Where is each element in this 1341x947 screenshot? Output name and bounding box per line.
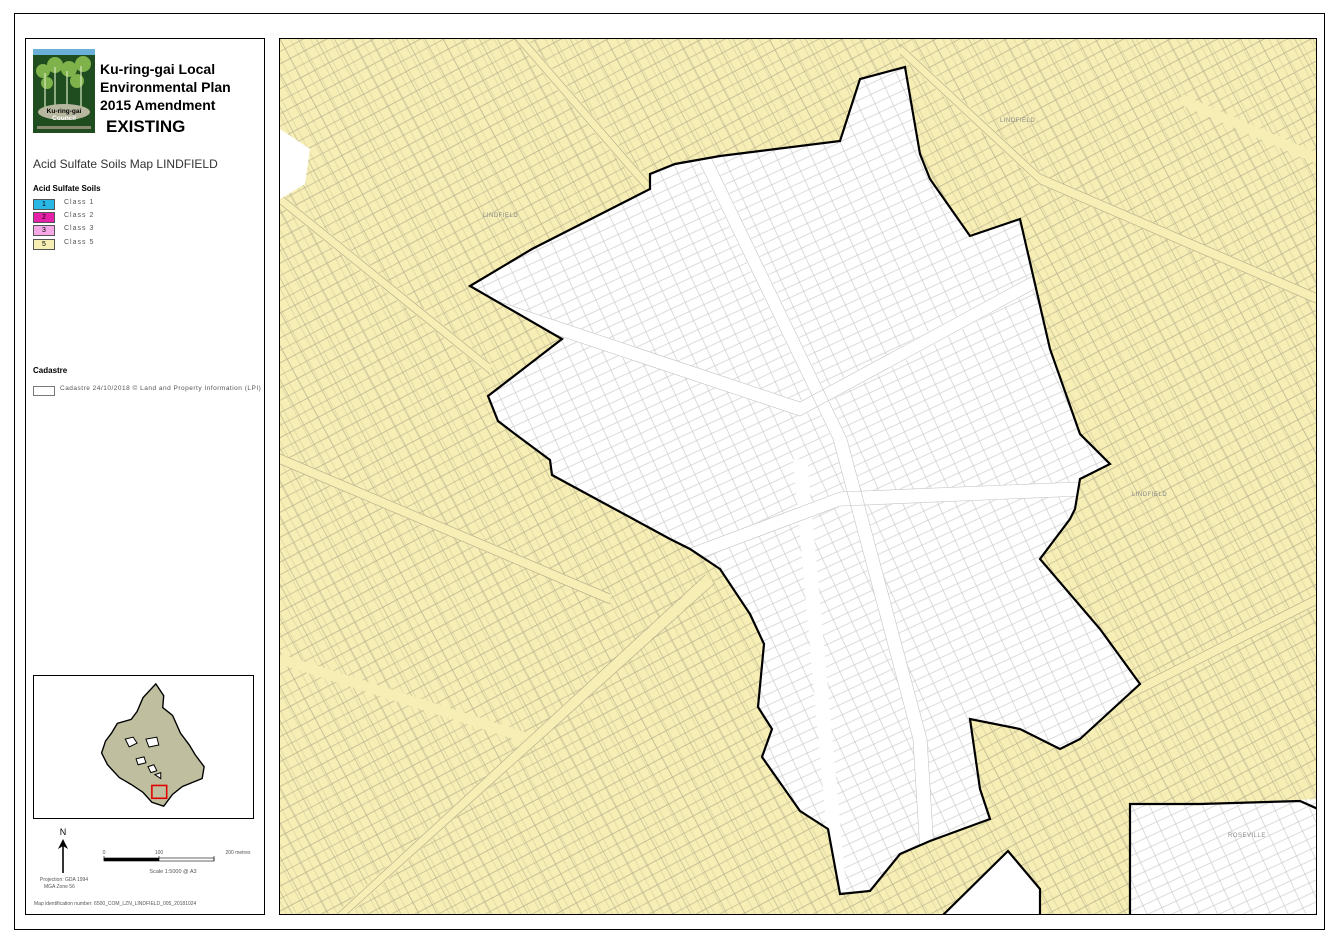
suburb-label-1: LINDFIELD <box>483 213 518 219</box>
scale-tick-0: 0 <box>103 850 106 856</box>
legend-label-5: Class 5 <box>64 239 95 246</box>
scale-text: Scale 1:5000 @ A3 <box>149 869 196 875</box>
legend-heading-acid-sulfate: Acid Sulfate Soils <box>33 184 101 193</box>
legend-class-5: 5 Class 5 <box>33 239 153 250</box>
legend-cadastre-swatch <box>33 386 55 396</box>
legend-heading-cadastre: Cadastre <box>33 366 68 375</box>
map-canvas[interactable]: LINDFIELD LINDFIELD LINDFIELD ROSEVILLE <box>280 39 1317 915</box>
legend-cadastre-label: Cadastre 24/10/2018 © Land and Property … <box>60 385 262 392</box>
legend-swatch-1: 1 <box>33 199 55 210</box>
legend-panel: Ku-ring-gai Council Ku-ring-gai Local En… <box>25 38 265 915</box>
legend-label-3: Class 3 <box>64 225 95 232</box>
legend-cadastre-row: Cadastre 24/10/2018 © Land and Property … <box>33 385 263 397</box>
scale-tick-200: 200 metres <box>225 850 251 856</box>
council-logo: Ku-ring-gai Council <box>33 49 95 133</box>
legend-label-1: Class 1 <box>64 199 95 206</box>
map-view[interactable]: LINDFIELD LINDFIELD LINDFIELD ROSEVILLE <box>279 38 1317 915</box>
logo-text-line1: Ku-ring-gai <box>47 108 82 115</box>
legend-swatch-3: 3 <box>33 225 55 236</box>
scale-tick-100: 100 <box>155 850 164 856</box>
north-label: N <box>60 827 67 837</box>
plan-title-line2: Environmental Plan <box>100 79 231 95</box>
projection-line2: MGA Zone 56 <box>44 884 75 890</box>
logo-text-line2: Council <box>52 115 76 122</box>
suburb-label-2: LINDFIELD <box>1000 118 1035 124</box>
legend-class-3: 3 Class 3 <box>33 225 153 236</box>
scale-bar: 0 100 200 metres Scale 1:5000 @ A3 <box>103 850 251 875</box>
plan-status: EXISTING <box>106 117 186 136</box>
legend-class-2: 2 Class 2 <box>33 212 153 223</box>
legend-swatch-2: 2 <box>33 212 55 223</box>
suburb-label-3: LINDFIELD <box>1132 492 1167 498</box>
locator-inset-map <box>33 675 254 819</box>
plan-title-line3: 2015 Amendment <box>100 97 216 113</box>
north-arrow-icon: N <box>58 827 68 873</box>
plan-title-line1: Ku-ring-gai Local <box>100 61 216 77</box>
projection-line1: Projection: GDA 1994 <box>40 877 89 883</box>
map-name: Acid Sulfate Soils Map LINDFIELD <box>33 157 218 171</box>
map-identification-number: Map identification number: 6500_COM_LZN_… <box>34 901 197 907</box>
legend-label-2: Class 2 <box>64 212 95 219</box>
legend-swatch-5: 5 <box>33 239 55 250</box>
legend-class-1: 1 Class 1 <box>33 199 153 210</box>
suburb-label-4: ROSEVILLE <box>1228 833 1266 839</box>
